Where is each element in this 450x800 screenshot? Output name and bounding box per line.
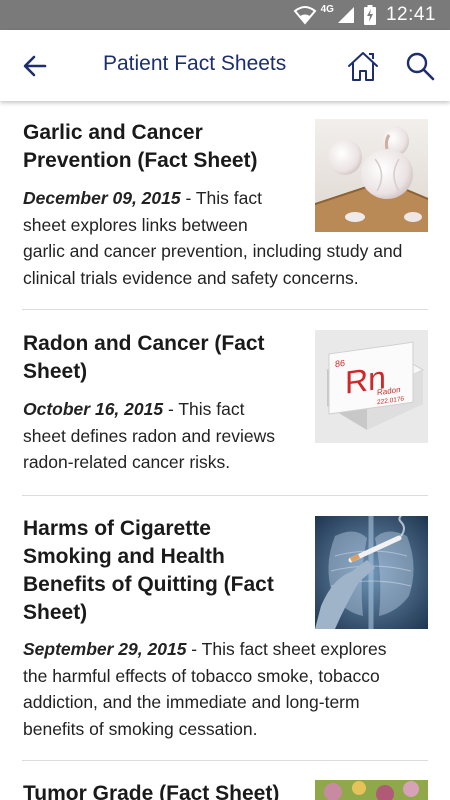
home-icon <box>348 52 378 81</box>
card-date: October 16, 2015 <box>23 399 164 419</box>
card-date: September 29, 2015 <box>23 639 187 659</box>
card-description: October 16, 2015 - This fact sheet defin… <box>23 399 275 472</box>
status-bar: 4G 12:41 <box>0 0 450 30</box>
radon-element-image: 86 Rn Radon 222.0176 <box>315 330 428 443</box>
card-title: Radon and Cancer (Fact Sheet) <box>23 332 265 383</box>
fact-sheet-card[interactable]: Harms of Cigarette Smoking and Health Be… <box>0 495 450 761</box>
wifi-icon <box>293 5 317 25</box>
signal-icon <box>336 5 356 25</box>
card-title: Garlic and Cancer Prevention (Fact Sheet… <box>23 121 258 172</box>
battery-charging-icon <box>363 5 376 25</box>
card-title: Tumor Grade (Fact Sheet) <box>23 782 280 800</box>
tumor-grade-image <box>315 780 428 800</box>
search-icon <box>406 52 435 81</box>
home-button[interactable] <box>346 49 380 83</box>
arrow-left-icon <box>23 55 47 77</box>
page-title: Patient Fact Sheets <box>103 52 287 75</box>
fact-sheet-card[interactable]: Garlic and Cancer Prevention (Fact Sheet… <box>0 101 450 310</box>
network-type-label: 4G <box>320 3 334 15</box>
cigarette-xray-image <box>315 516 428 629</box>
status-time: 12:41 <box>385 4 436 25</box>
app-bar: Patient Fact Sheets <box>0 30 450 101</box>
search-button[interactable] <box>404 50 436 82</box>
status-icons: 4G 12:41 <box>293 0 436 30</box>
fact-sheet-card[interactable]: Radon and Cancer (Fact Sheet) October 16… <box>0 310 450 496</box>
card-date: December 09, 2015 <box>23 188 181 208</box>
element-number: 86 <box>335 358 345 369</box>
fact-sheet-list: Garlic and Cancer Prevention (Fact Sheet… <box>0 101 450 800</box>
card-description: September 29, 2015 - This fact sheet exp… <box>23 639 387 739</box>
garlic-image <box>315 119 428 232</box>
back-button[interactable] <box>18 49 52 83</box>
fact-sheet-card[interactable]: Tumor Grade (Fact Sheet) <box>0 760 450 800</box>
card-title: Harms of Cigarette Smoking and Health Be… <box>23 517 274 624</box>
